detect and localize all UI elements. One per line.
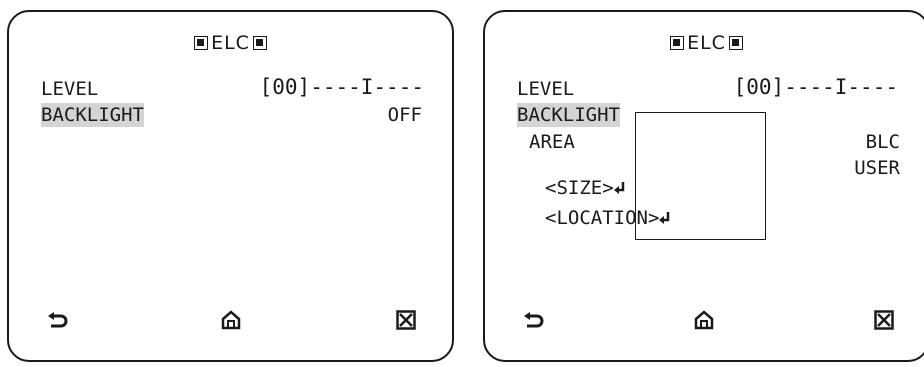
size-item[interactable]: <SIZE> [545, 176, 626, 200]
backlight-label[interactable]: BACKLIGHT [517, 103, 620, 127]
home-icon[interactable] [218, 307, 244, 333]
size-label: <SIZE> [545, 177, 614, 199]
backlight-value[interactable]: OFF [388, 103, 422, 127]
osd-screen-right: ELC LEVEL [00]----I---- BACKLIGHT BLC AR… [483, 10, 924, 362]
close-box-icon[interactable] [393, 307, 419, 333]
backlight-label[interactable]: BACKLIGHT [41, 103, 144, 127]
back-icon[interactable] [521, 308, 547, 334]
area-label[interactable]: AREA [529, 130, 575, 154]
level-value[interactable]: [00]----I---- [734, 75, 898, 99]
home-icon[interactable] [691, 307, 717, 333]
level-value[interactable]: [00]----I---- [260, 75, 424, 99]
osd-screen-left: ELC LEVEL [00]----I---- BACKLIGHT OFF [7, 10, 454, 362]
backlight-value[interactable]: BLC [866, 130, 900, 154]
enter-icon [613, 182, 624, 194]
title-marker-right-icon [252, 36, 267, 50]
close-box-icon[interactable] [871, 307, 897, 333]
back-icon[interactable] [45, 308, 71, 334]
area-value[interactable]: USER [854, 156, 900, 180]
title-marker-right-icon [728, 36, 743, 50]
title-marker-left-icon [194, 36, 209, 50]
menu-title: ELC [485, 32, 924, 54]
blc-area-box[interactable] [635, 112, 766, 240]
menu-title-text: ELC [687, 32, 726, 54]
level-label[interactable]: LEVEL [41, 77, 98, 101]
menu-title-text: ELC [211, 32, 250, 54]
menu-title: ELC [9, 32, 452, 54]
level-label[interactable]: LEVEL [517, 77, 574, 101]
title-marker-left-icon [670, 36, 685, 50]
